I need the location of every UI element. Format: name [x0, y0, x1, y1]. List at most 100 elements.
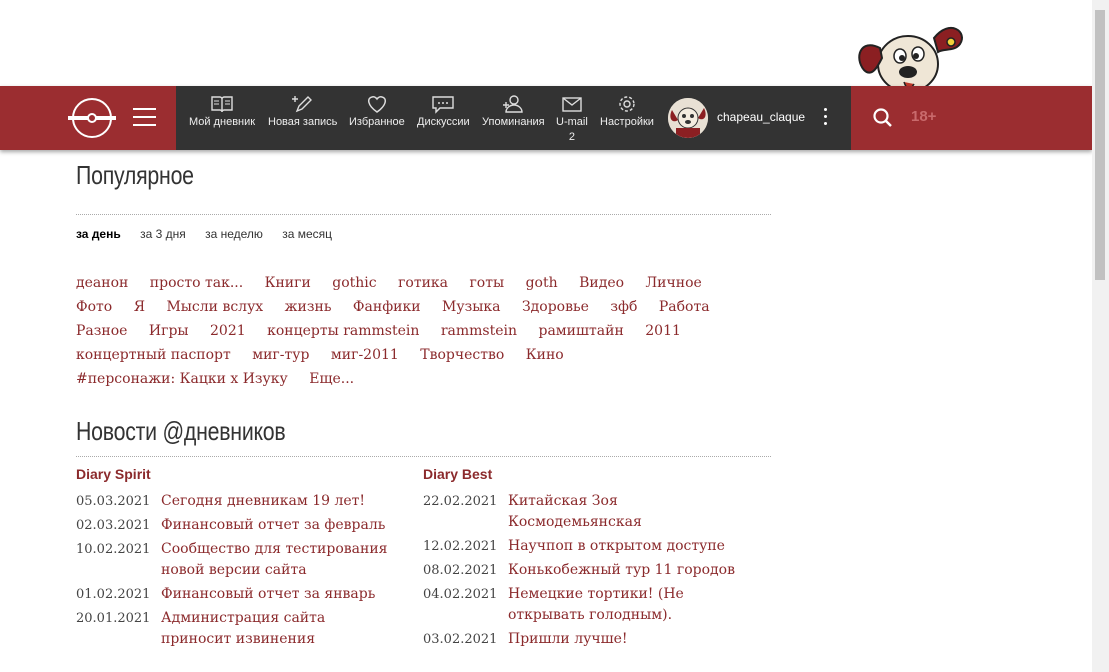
popular-title: Популярное: [76, 160, 194, 190]
tag-link[interactable]: концерты rammstein: [267, 323, 419, 339]
news-item: 05.03.2021 Сегодня дневникам 19 лет!: [76, 491, 396, 512]
gear-icon: [619, 96, 635, 112]
tag-link[interactable]: Фото: [76, 299, 112, 315]
filter-week[interactable]: за неделю: [205, 227, 263, 241]
tag-link[interactable]: 2021: [210, 323, 246, 339]
tag-link[interactable]: Мысли вслух: [166, 299, 263, 315]
tag-link[interactable]: жизнь: [285, 299, 332, 315]
tag-link[interactable]: зфб: [610, 299, 637, 315]
nav-mentions[interactable]: Упоминания: [482, 94, 545, 128]
nav-my-diary[interactable]: Мой дневник: [189, 94, 255, 128]
news-link[interactable]: Научпоп в открытом доступе: [508, 536, 725, 557]
page-scrollbar[interactable]: [1092, 0, 1109, 672]
tag-link[interactable]: goth: [526, 275, 558, 291]
tag-link[interactable]: Я: [134, 299, 145, 315]
period-filters: за день за 3 дня за неделю за месяц: [76, 227, 348, 241]
tag-link[interactable]: миг-тур: [252, 347, 309, 363]
tag-link[interactable]: Видео: [579, 275, 624, 291]
tag-link[interactable]: Творчество: [420, 347, 504, 363]
site-logo-icon[interactable]: [68, 98, 116, 138]
news-date: 20.01.2021: [76, 611, 151, 626]
nav-umail[interactable]: U-mail 2: [556, 94, 588, 143]
news-date: 08.02.2021: [423, 563, 498, 578]
username[interactable]: chapeau_claque: [717, 110, 805, 124]
age-rating-badge[interactable]: 18+: [911, 108, 936, 125]
mail-icon: [562, 97, 582, 112]
more-options-icon[interactable]: [824, 108, 828, 129]
news-title: Новости @дневников: [76, 416, 286, 446]
main-content: Популярное за день за 3 дня за неделю за…: [76, 160, 771, 647]
tag-link[interactable]: Разное: [76, 323, 127, 339]
news-date: 01.02.2021: [76, 587, 151, 602]
tag-link[interactable]: деанон: [76, 275, 128, 291]
heart-icon: [367, 96, 386, 113]
tag-link[interactable]: #персонажи: Кацки х Изуку: [76, 371, 288, 387]
tag-link[interactable]: Книги: [265, 275, 311, 291]
mention-icon: [503, 95, 524, 113]
filter-3days[interactable]: за 3 дня: [140, 227, 186, 241]
filter-day[interactable]: за день: [76, 227, 121, 241]
tag-link[interactable]: Игры: [149, 323, 189, 339]
tag-link[interactable]: готы: [469, 275, 504, 291]
news-date: 02.03.2021: [76, 518, 151, 533]
news-item: 08.02.2021 Конькобежный тур 11 городов: [423, 560, 753, 581]
news-date: 04.02.2021: [423, 587, 498, 602]
news-item: 12.02.2021 Научпоп в открытом доступе: [423, 536, 753, 557]
nav-settings[interactable]: Настройки: [600, 94, 654, 128]
avatar[interactable]: [668, 98, 708, 138]
news-item: 03.02.2021 Пришли лучше!: [423, 629, 753, 650]
tag-link[interactable]: Работа: [659, 299, 710, 315]
news-heading-best[interactable]: Diary Best: [423, 466, 753, 482]
news-link[interactable]: Пришли лучше!: [508, 629, 628, 650]
news-link[interactable]: Администрация сайта приносит извинения: [161, 608, 396, 650]
news-item: 20.01.2021 Администрация сайта приносит и…: [76, 608, 396, 650]
news-item: 10.02.2021 Сообщество для тестирования но…: [76, 539, 396, 581]
menu-burger-icon[interactable]: [133, 108, 156, 126]
book-icon: [211, 96, 233, 113]
news-link[interactable]: Сообщество для тестирования новой версии…: [161, 539, 396, 581]
nav-favorites[interactable]: Избранное: [349, 94, 405, 128]
news-link[interactable]: Конькобежный тур 11 городов: [508, 560, 735, 581]
news-item: 22.02.2021 Китайская Зоя Космодемьянская: [423, 491, 753, 533]
news-column-best: Diary Best 22.02.2021 Китайская Зоя Космо…: [423, 466, 753, 653]
nav-new-post[interactable]: Новая запись: [268, 94, 337, 128]
filter-month[interactable]: за месяц: [282, 227, 332, 241]
tag-link[interactable]: rammstein: [441, 323, 517, 339]
news-link[interactable]: Немецкие тортики! (Не открывать голодным…: [508, 584, 753, 626]
news-link[interactable]: Финансовый отчет за январь: [161, 584, 375, 605]
tag-link[interactable]: рамиштайн: [538, 323, 623, 339]
search-icon[interactable]: [873, 108, 893, 128]
tag-link[interactable]: Фанфики: [353, 299, 421, 315]
news-heading-spirit[interactable]: Diary Spirit: [76, 466, 396, 482]
scrollbar-thumb[interactable]: [1095, 10, 1105, 280]
news-item: 04.02.2021 Немецкие тортики! (Не открыват…: [423, 584, 753, 626]
news-item: 02.03.2021 Финансовый отчет за февраль: [76, 515, 396, 536]
news-date: 12.02.2021: [423, 539, 498, 554]
tag-link[interactable]: Еще...: [309, 371, 354, 387]
tag-link[interactable]: Музыка: [442, 299, 500, 315]
news-link[interactable]: Финансовый отчет за февраль: [161, 515, 385, 536]
umail-count-badge: 2: [568, 131, 575, 143]
tag-link[interactable]: Здоровье: [522, 299, 589, 315]
tag-link[interactable]: gothic: [332, 275, 376, 291]
user-navigation: Мой дневник Новая запись Избранное Диску…: [176, 86, 851, 150]
tag-link[interactable]: миг-2011: [331, 347, 399, 363]
chat-icon: [432, 96, 455, 114]
tag-link[interactable]: просто так...: [150, 275, 243, 291]
pen-icon: [291, 96, 312, 113]
news-header: Новости @дневников: [76, 416, 771, 457]
tag-link[interactable]: Личное: [645, 275, 701, 291]
news-date: 05.03.2021: [76, 494, 151, 509]
popular-header: Популярное: [76, 160, 771, 215]
tag-link[interactable]: концертный паспорт: [76, 347, 231, 363]
news-link[interactable]: Сегодня дневникам 19 лет!: [161, 491, 365, 512]
tag-link[interactable]: готика: [398, 275, 448, 291]
tag-link[interactable]: Кино: [526, 347, 564, 363]
news-link[interactable]: Китайская Зоя Космодемьянская: [508, 491, 753, 533]
tag-link[interactable]: 2011: [645, 323, 681, 339]
news-item: 01.02.2021 Финансовый отчет за январь: [76, 584, 396, 605]
news-date: 22.02.2021: [423, 494, 498, 509]
popular-tags: деанон просто так... Книги gothic готика…: [76, 271, 771, 391]
nav-discussions[interactable]: Дискуссии: [417, 94, 470, 128]
top-navigation-bar: Мой дневник Новая запись Избранное Диску…: [0, 86, 1092, 150]
